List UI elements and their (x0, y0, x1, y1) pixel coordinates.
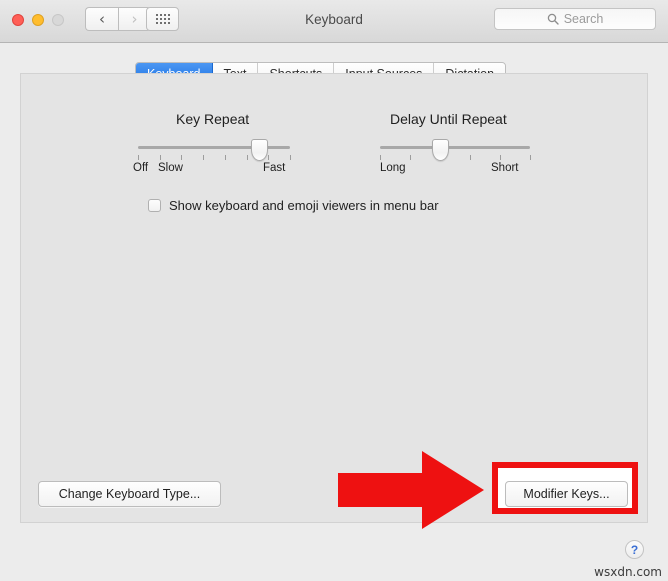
key-repeat-min-label: Off (133, 162, 149, 174)
delay-min-label: Long (380, 162, 406, 174)
key-repeat-slider[interactable]: Off Slow Fast (133, 138, 291, 188)
search-field[interactable]: Search (494, 8, 656, 30)
key-repeat-title: Key Repeat (176, 111, 250, 127)
modifier-keys-button[interactable]: Modifier Keys... (505, 481, 628, 507)
delay-ticks (380, 155, 531, 161)
show-viewers-checkbox[interactable] (148, 199, 161, 212)
delay-max-label: Short (491, 162, 519, 174)
delay-thumb[interactable] (431, 139, 449, 161)
window-titlebar: ‹ › Keyboard Search (0, 0, 668, 43)
help-button[interactable]: ? (625, 540, 644, 559)
annotation-arrow-icon (338, 451, 484, 529)
key-repeat-thumb[interactable] (251, 139, 269, 161)
keyboard-preferences-window: ‹ › Keyboard Search Keyb (0, 0, 668, 581)
search-placeholder: Search (563, 12, 604, 26)
keyboard-settings-panel (20, 73, 648, 523)
delay-until-repeat-title: Delay Until Repeat (390, 111, 507, 127)
show-viewers-checkbox-row[interactable]: Show keyboard and emoji viewers in menu … (148, 198, 439, 213)
show-viewers-label: Show keyboard and emoji viewers in menu … (169, 198, 439, 213)
change-keyboard-type-button[interactable]: Change Keyboard Type... (38, 481, 221, 507)
key-repeat-slow-label: Slow (158, 162, 183, 174)
delay-until-repeat-slider[interactable]: Long Short (380, 138, 531, 188)
watermark-text: wsxdn.com (594, 565, 662, 579)
search-icon (547, 13, 559, 25)
key-repeat-ticks (138, 155, 291, 161)
delay-track[interactable] (380, 146, 530, 149)
key-repeat-max-label: Fast (263, 162, 286, 174)
